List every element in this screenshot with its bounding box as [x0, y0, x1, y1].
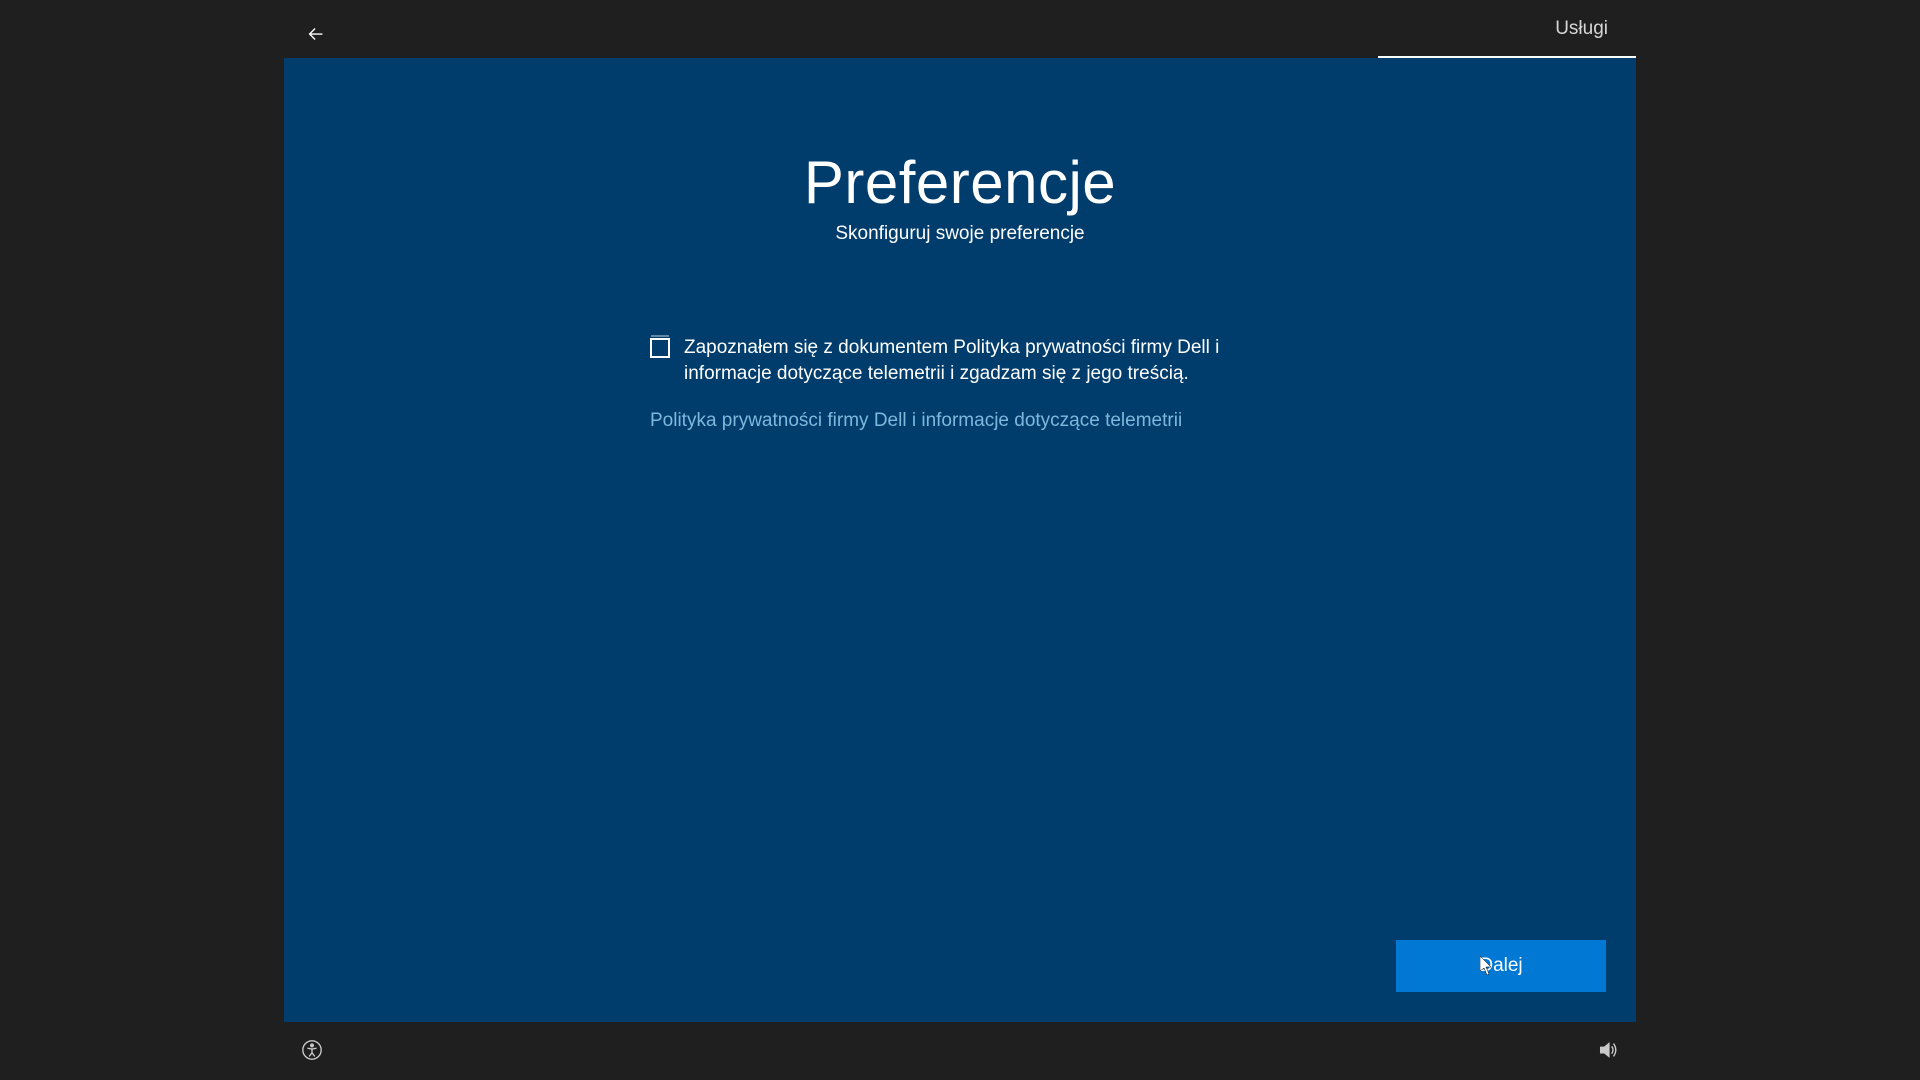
privacy-checkbox[interactable] [650, 338, 670, 358]
back-button[interactable] [300, 18, 332, 50]
accessibility-icon [301, 1039, 323, 1061]
tab-label: Usługi [1555, 18, 1608, 39]
privacy-policy-link[interactable]: Polityka prywatności firmy Dell i inform… [650, 410, 1270, 432]
page-title: Preferencje [804, 148, 1116, 217]
page-subtitle: Skonfiguruj swoje preferencje [835, 223, 1084, 245]
tab-services[interactable]: Usługi [1527, 0, 1636, 40]
accessibility-button[interactable] [300, 1038, 324, 1062]
next-button[interactable]: Dalej [1396, 940, 1606, 992]
arrow-left-icon [305, 23, 327, 45]
privacy-checkbox-row: Zapoznałem się z dokumentem Polityka pry… [650, 335, 1270, 386]
next-button-label: Dalej [1479, 955, 1522, 977]
volume-button[interactable] [1596, 1038, 1620, 1062]
volume-icon [1597, 1039, 1619, 1061]
form-area: Zapoznałem się z dokumentem Polityka pry… [650, 335, 1270, 432]
main-panel: Preferencje Skonfiguruj swoje preferencj… [284, 58, 1636, 1022]
privacy-checkbox-label: Zapoznałem się z dokumentem Polityka pry… [684, 335, 1270, 386]
